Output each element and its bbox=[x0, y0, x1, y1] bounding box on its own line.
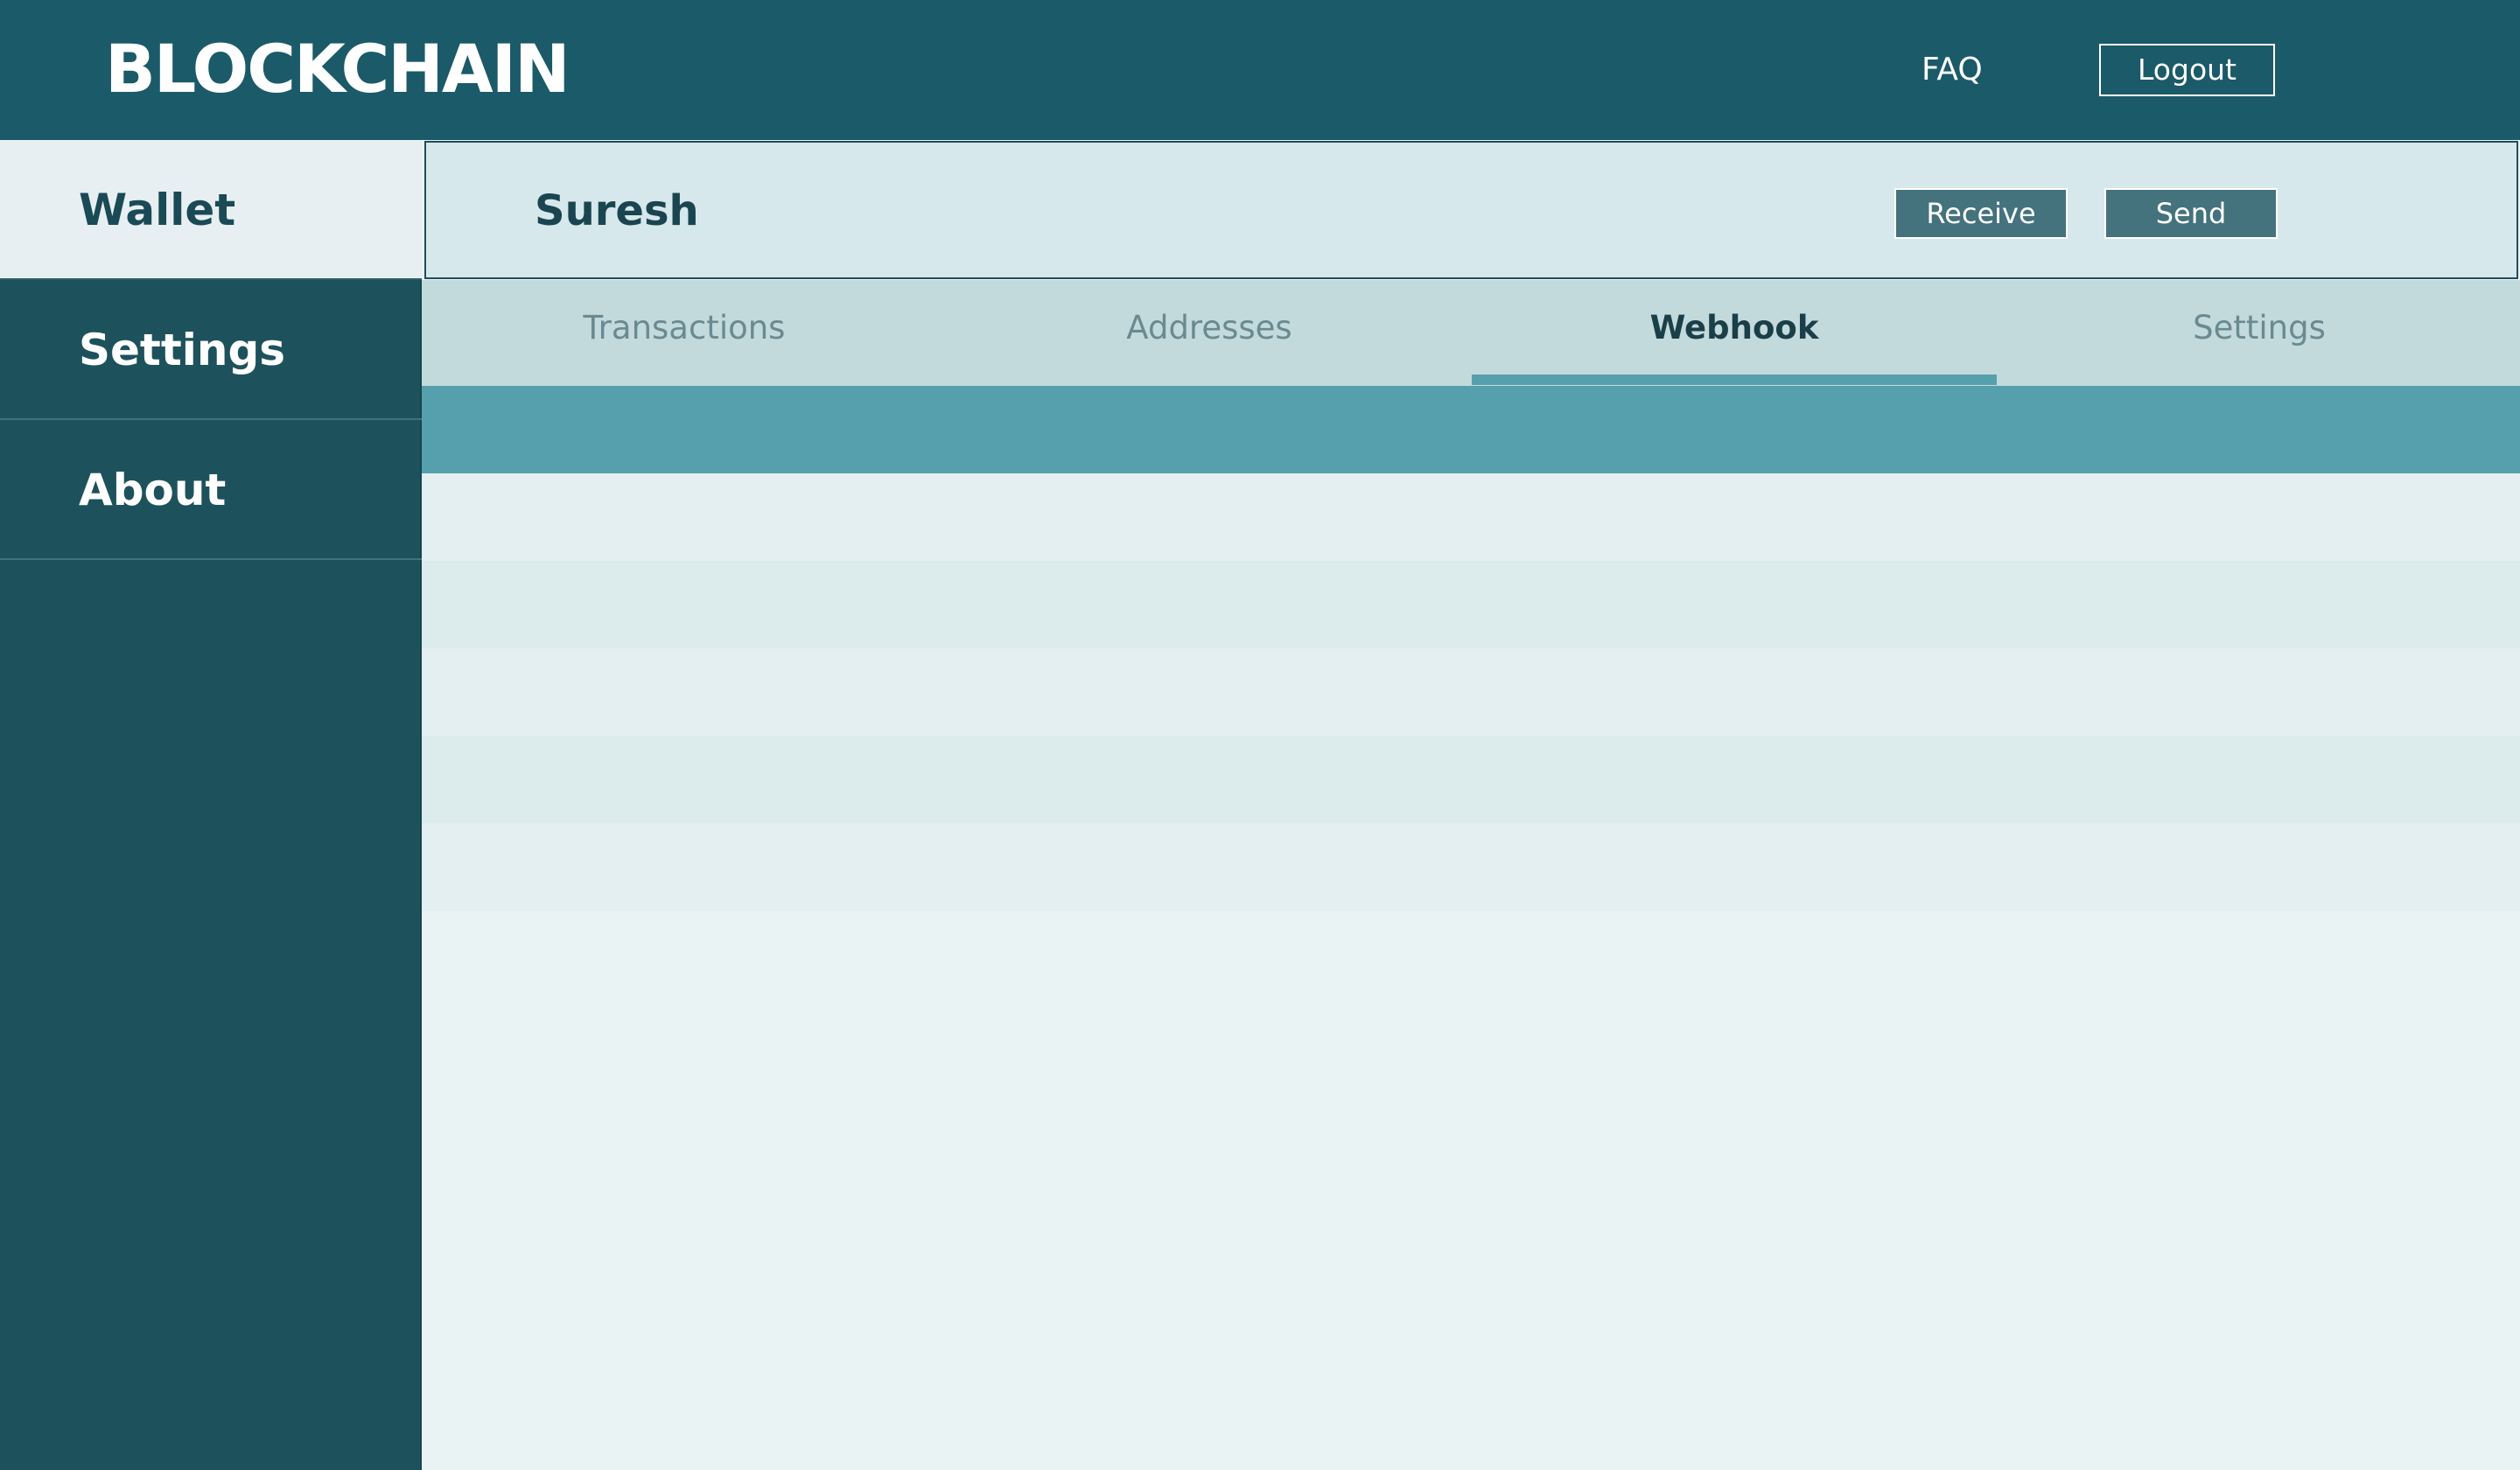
active-tab-indicator bbox=[1472, 374, 1997, 385]
logout-button[interactable]: Logout bbox=[2099, 44, 2275, 96]
tab-bar: Transactions Addresses Webhook Settings bbox=[422, 280, 2520, 386]
sidebar-item-wallet[interactable]: Wallet bbox=[0, 140, 422, 280]
tab-settings[interactable]: Settings bbox=[1997, 280, 2520, 386]
send-button[interactable]: Send bbox=[2104, 188, 2278, 239]
brand-logo: BLOCKCHAIN bbox=[105, 30, 570, 108]
sidebar-item-settings[interactable]: Settings bbox=[0, 280, 422, 420]
tab-webhook[interactable]: Webhook bbox=[1472, 280, 1997, 386]
table-header bbox=[422, 386, 2520, 473]
faq-link[interactable]: FAQ bbox=[1922, 49, 1983, 91]
table-row bbox=[422, 648, 2520, 736]
table-row bbox=[422, 473, 2520, 561]
top-navbar: BLOCKCHAIN FAQ Logout bbox=[0, 0, 2520, 140]
table-row bbox=[422, 823, 2520, 911]
sidebar-item-about[interactable]: About bbox=[0, 420, 422, 560]
wallet-header: Suresh Receive Send bbox=[424, 141, 2518, 279]
sidebar: Wallet Settings About bbox=[0, 140, 422, 1470]
table-row bbox=[422, 736, 2520, 823]
main-content: Suresh Receive Send Transactions Address… bbox=[422, 140, 2520, 1470]
receive-button[interactable]: Receive bbox=[1894, 188, 2068, 239]
table-row bbox=[422, 561, 2520, 648]
tab-transactions[interactable]: Transactions bbox=[422, 280, 947, 386]
tab-addresses[interactable]: Addresses bbox=[947, 280, 1472, 386]
user-name: Suresh bbox=[535, 186, 699, 235]
